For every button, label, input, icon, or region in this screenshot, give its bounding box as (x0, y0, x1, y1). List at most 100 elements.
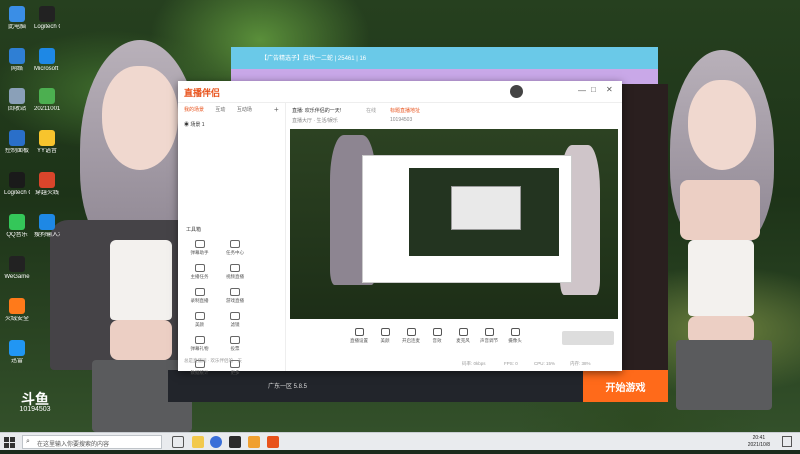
search-placeholder: 在这里输入你要搜索的内容 (37, 442, 110, 448)
watermark-logo: 斗鱼 (21, 391, 49, 407)
app-icon[interactable] (210, 436, 222, 448)
app-icon[interactable] (229, 436, 241, 448)
desktop-icon[interactable]: 20211001... (34, 88, 60, 113)
tool-item[interactable]: 投票 (219, 334, 250, 358)
icon-label: 控制面板 (4, 148, 29, 154)
add-scene-icon[interactable]: + (274, 105, 279, 114)
tool-item[interactable]: 任务中心 (219, 238, 250, 262)
desktop-icon[interactable]: Logitech G HUB (34, 6, 60, 31)
beauty-icon (380, 328, 390, 336)
tool-item[interactable]: 录制直播 (184, 286, 215, 310)
volume-button[interactable]: 声音调节 (476, 328, 502, 344)
camera-button[interactable]: 摄像头 (502, 328, 528, 344)
tool-item[interactable]: 视频直播 (219, 262, 250, 286)
xunlei-icon (9, 340, 25, 356)
start-button[interactable] (4, 436, 16, 448)
tool-item[interactable]: 滤镜 (219, 310, 250, 334)
camera-icon (510, 328, 520, 336)
control-bar: 直播设置 美颜 开启连麦 音效 麦克风 声音调节 摄像头 (286, 325, 622, 355)
desktop-icon[interactable]: YY语音 (34, 130, 60, 155)
sound-effect-button[interactable]: 音效 (424, 328, 450, 344)
status-bar: 码率: 0kbps FPS: 0 CPU: 15% 内存: 38% (286, 361, 622, 371)
desktop-icon[interactable]: 控制面板 (4, 130, 30, 155)
back-window-titlebar[interactable]: 【广告精选子】白状一二蛇 | 25461 | 16 (231, 47, 658, 69)
clock-date: 2021/10/8 (747, 442, 770, 448)
app-icon[interactable] (248, 436, 260, 448)
network-icon (9, 48, 25, 64)
icon-label: Microsoft Edge (34, 66, 60, 72)
sogou-icon (39, 214, 55, 230)
desktop-icon[interactable]: Logitech G HUB (4, 172, 30, 197)
huorong-icon (9, 298, 25, 314)
qq-music-icon (9, 214, 25, 230)
tool-item[interactable]: 弹幕礼物 (184, 334, 215, 358)
desktop-icon[interactable]: 回收站 (4, 88, 30, 113)
edge-icon (39, 48, 55, 64)
scene-item-label: 场景 1 (190, 122, 205, 128)
tool-item[interactable]: 游戏直播 (219, 286, 250, 310)
nested-inner-window (451, 186, 521, 230)
minimize-icon[interactable]: — (578, 86, 586, 95)
stream-link[interactable]: 标题直播地址 (390, 107, 420, 114)
task-icon (229, 240, 240, 248)
tool-item[interactable]: 主播任务 (184, 262, 215, 286)
desktop-icon[interactable]: 火绒安全 (4, 298, 30, 323)
icon-label: QQ音乐 (6, 232, 28, 238)
stream-preview[interactable] (290, 129, 618, 319)
system-clock[interactable]: 20:41 2021/10/8 (748, 435, 770, 449)
notification-icon[interactable] (782, 436, 792, 447)
beauty-button[interactable]: 美颜 (372, 328, 398, 344)
gift-icon (194, 336, 205, 344)
main-content: 直播: 欢乐伴侣的一天! 在线 标题直播地址 直播大厅 · 生活/娱乐 1019… (286, 103, 622, 371)
memory-usage: 内存: 38% (570, 361, 591, 366)
desktop-icon[interactable]: 穿越火线 (34, 172, 60, 197)
control-label: 麦克风 (456, 338, 470, 343)
tool-item[interactable]: 弹幕助手 (184, 238, 215, 262)
desktop-icon[interactable]: 此电脑 (4, 6, 30, 31)
tab-scenes[interactable]: 我的场景 (184, 107, 204, 113)
tool-item[interactable]: 美颜 (184, 310, 215, 334)
cohost-button[interactable]: 开启连麦 (398, 328, 424, 344)
desktop-icon[interactable]: Microsoft Edge (34, 48, 60, 73)
scene-item[interactable]: ◉ 场景 1 (184, 121, 205, 128)
tab-interact-2[interactable]: 互动场 (237, 107, 252, 113)
start-stream-button[interactable] (562, 331, 614, 345)
icon-label: 网络 (10, 66, 23, 72)
search-input[interactable]: ⌕ 在这里输入你要搜索的内容 (22, 435, 162, 449)
desktop-icon[interactable]: 网络 (4, 48, 30, 73)
desktop-icon[interactable]: 搜狗输入法 (34, 214, 60, 239)
desktop-icon[interactable]: 迅雷 (4, 340, 30, 365)
fps: FPS: 0 (504, 361, 518, 366)
icon-label: 回收站 (7, 106, 26, 112)
desktop-icon[interactable]: WeGame (4, 256, 30, 281)
maximize-icon[interactable]: □ (591, 85, 596, 94)
server-version[interactable]: 广东一区 5.8.5 (268, 381, 307, 390)
tool-label: 弹幕助手 (190, 250, 209, 255)
app-logo: 直播伴侣 (184, 88, 221, 98)
desktop-icon[interactable]: QQ音乐 (4, 214, 30, 239)
tool-label: 美颜 (195, 322, 204, 327)
background-window-right (620, 84, 668, 384)
start-game-button[interactable]: 开始游戏 (583, 370, 668, 402)
windows-icon (4, 437, 15, 448)
tool-label: 更多 (230, 370, 240, 375)
control-label: 美颜 (380, 338, 390, 343)
notification-text: 总是直播间 · 欢乐伴侣的一天 (184, 358, 242, 363)
cpu-usage: CPU: 15% (534, 361, 556, 366)
back-window-title: 【广告精选子】白状一二蛇 | 25461 | 16 (261, 56, 367, 62)
recycle-bin-icon (9, 88, 25, 104)
microphone-button[interactable]: 麦克风 (450, 328, 476, 344)
stream-settings-button[interactable]: 直播设置 (346, 328, 372, 344)
game-icon (229, 288, 240, 296)
record-icon (194, 288, 205, 296)
eye-icon[interactable]: ◉ (184, 122, 189, 128)
task-view-icon[interactable] (172, 436, 184, 448)
file-explorer-icon[interactable] (192, 436, 204, 448)
app-icon[interactable] (267, 436, 279, 448)
control-label: 开启连麦 (402, 338, 420, 343)
settings-icon (354, 328, 364, 336)
tab-interact[interactable]: 互动 (215, 107, 225, 113)
close-icon[interactable]: ✕ (606, 85, 613, 94)
watermark-number: 10194503 (19, 406, 51, 413)
avatar[interactable] (510, 85, 523, 98)
